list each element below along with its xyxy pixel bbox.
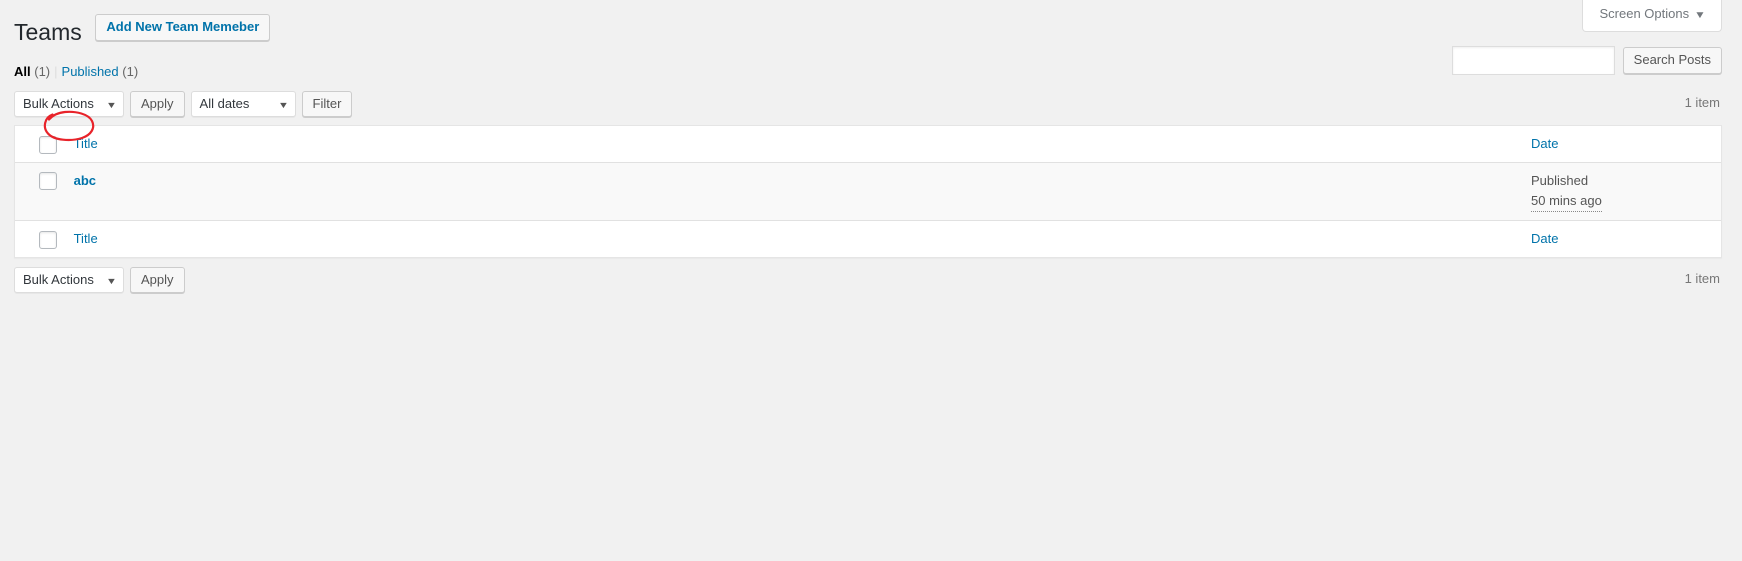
table-row[interactable]: abc Published 50 mins ago [15, 162, 1721, 221]
view-published: Published (1) [62, 59, 139, 85]
table-head: Title Date [15, 126, 1721, 163]
tablenav-bottom: Bulk Actions ▼ Apply 1 item [14, 266, 1722, 297]
column-footer-title-link[interactable]: Title [74, 231, 98, 246]
select-all-checkbox[interactable] [39, 135, 57, 154]
search-input[interactable] [1452, 46, 1616, 75]
bulk-actions-select-top[interactable]: Bulk Actions ▼ [14, 91, 124, 117]
view-published-link[interactable]: Published [62, 64, 119, 79]
bulk-actions-select-bottom[interactable]: Bulk Actions ▼ [14, 266, 124, 293]
chevron-down-icon: ▼ [1694, 10, 1706, 21]
select-all-header [15, 126, 64, 163]
screen-options-button[interactable]: Screen Options ▼ [1582, 0, 1722, 32]
search-box: Search Posts [1452, 46, 1722, 75]
apply-button-bottom[interactable]: Apply [130, 266, 185, 293]
screen-options-label: Screen Options [1599, 6, 1690, 21]
page-title: Teams [14, 19, 82, 45]
row-select-cell [15, 163, 64, 221]
chevron-down-icon: ▼ [277, 100, 289, 110]
search-posts-button[interactable]: Search Posts [1622, 47, 1722, 74]
view-published-count: (1) [122, 64, 139, 79]
tablenav-bottom-actions: Bulk Actions ▼ Apply [14, 266, 191, 293]
row-title-link[interactable]: abc [74, 173, 96, 188]
table-foot: Title Date [15, 220, 1721, 257]
dates-filter-select-value: All dates [199, 96, 250, 111]
bulk-actions-select-bottom-value: Bulk Actions [23, 271, 94, 287]
views-separator: | [54, 64, 58, 79]
view-all-count: (1) [34, 64, 51, 79]
bulk-actions-select-top-value: Bulk Actions [23, 96, 94, 111]
column-header-title-link[interactable]: Title [74, 136, 98, 151]
chevron-down-icon: ▼ [105, 100, 118, 110]
column-footer-title: Title [63, 220, 1521, 257]
table-header-row: Title Date [15, 126, 1721, 163]
row-checkbox[interactable] [39, 172, 57, 191]
column-header-date-link[interactable]: Date [1531, 136, 1558, 151]
screen-meta-links: Screen Options ▼ [1582, 0, 1722, 32]
row-date-relative: 50 mins ago [1531, 191, 1602, 212]
filter-button[interactable]: Filter [301, 91, 353, 117]
apply-button-top[interactable]: Apply [130, 91, 185, 117]
row-date-cell: Published 50 mins ago [1521, 163, 1721, 221]
column-footer-date-link[interactable]: Date [1531, 231, 1558, 246]
select-all-footer [15, 220, 64, 257]
table-body: abc Published 50 mins ago [15, 162, 1721, 221]
displaying-num-bottom: 1 item [1684, 270, 1720, 286]
row-actions-placeholder [74, 190, 1511, 212]
add-new-team-member-button[interactable]: Add New Team Memeber [95, 13, 271, 41]
table-footer-row: Title Date [15, 220, 1721, 257]
column-header-date: Date [1521, 126, 1721, 163]
select-all-checkbox-footer[interactable] [39, 230, 57, 249]
row-date-status: Published [1531, 172, 1589, 188]
displaying-num-top: 1 item [1684, 95, 1720, 110]
tablenav-top-actions: Bulk Actions ▼ Apply All dates ▼ Filter [14, 91, 358, 117]
column-header-title: Title [63, 126, 1521, 163]
row-title-cell: abc [64, 163, 1521, 221]
view-all: All (1) | [14, 59, 62, 85]
teams-list-table: Title Date abc Published 50 mins ago Tit… [14, 125, 1722, 258]
dates-filter-select[interactable]: All dates ▼ [190, 91, 296, 117]
tablenav-top: Bulk Actions ▼ Apply All dates ▼ Filter 1 ite… [14, 91, 1722, 121]
admin-page-wrap: Teams Add New Team Memeber Search Posts … [0, 0, 1742, 297]
chevron-down-icon: ▼ [105, 275, 118, 286]
column-footer-date: Date [1521, 220, 1721, 257]
page-title-row: Teams Add New Team Memeber [14, 0, 1722, 51]
view-all-link[interactable]: All [14, 64, 31, 79]
